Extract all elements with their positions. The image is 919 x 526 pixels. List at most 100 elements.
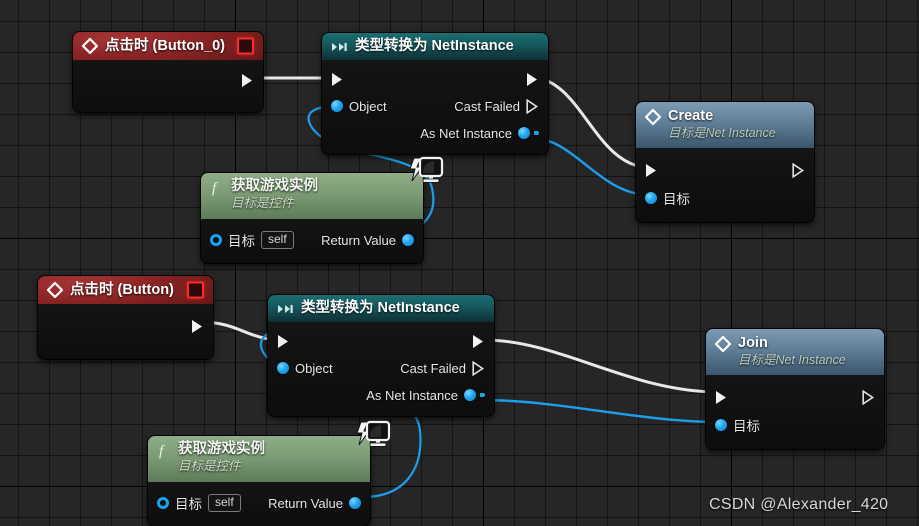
pin-row-exec	[636, 156, 814, 184]
pin-row-target-return: 目标 self Return Value	[201, 225, 423, 255]
node-title: 获取游戏实例	[231, 178, 318, 194]
pin-row-object-castfailed: Object Cast Failed	[322, 92, 548, 120]
node-pins: 目标 self Return Value	[201, 219, 423, 263]
node-header: 点击时 (Button_0)	[73, 32, 263, 60]
pin-label-object: Object	[349, 98, 387, 114]
svg-text:f: f	[212, 181, 218, 197]
diamond-event-icon	[82, 38, 98, 54]
node-subtitle: 目标是Net Instance	[668, 125, 776, 140]
node-pins: Object Cast Failed As Net Instance	[322, 60, 548, 154]
node-pins	[73, 60, 263, 112]
exec-in-pin[interactable]	[331, 72, 344, 87]
exec-in-pin[interactable]	[715, 390, 728, 405]
node-event-on-clicked-button-0[interactable]: 点击时 (Button_0)	[73, 32, 263, 112]
exec-out-pin[interactable]	[862, 389, 875, 405]
node-pins	[38, 304, 213, 359]
exec-in-pin[interactable]	[645, 163, 658, 178]
node-header: Create 目标是Net Instance	[636, 102, 814, 148]
replication-monitor-icon	[355, 419, 391, 451]
pin-row-exec	[706, 383, 884, 411]
pin-label-object: Object	[295, 360, 333, 376]
return-value-out-pin[interactable]	[349, 497, 361, 509]
as-net-instance-out-pin[interactable]	[518, 127, 530, 139]
pin-label-as-net-instance: As Net Instance	[420, 125, 512, 141]
pin-row-as-net-instance: As Net Instance	[268, 382, 494, 408]
node-title: 类型转换为 NetInstance	[301, 300, 460, 317]
node-title: Join	[738, 335, 768, 351]
node-get-game-instance-2[interactable]: f 获取游戏实例 目标是控件 目标 self Return Value	[148, 436, 370, 526]
node-header: f 获取游戏实例 目标是控件	[201, 173, 423, 219]
pin-row-target: 目标	[706, 411, 884, 439]
exec-out-pin[interactable]	[792, 162, 805, 178]
pin-label-return-value: Return Value	[321, 232, 396, 248]
pin-row-exec	[268, 328, 494, 354]
target-in-pin[interactable]	[715, 419, 727, 431]
pin-label-target: 目标	[663, 192, 690, 207]
diamond-function-icon	[645, 109, 661, 125]
as-net-instance-out-pin[interactable]	[464, 389, 476, 401]
node-pins: 目标	[636, 148, 814, 222]
delegate-badge[interactable]	[187, 281, 204, 299]
cast-arrows-icon	[277, 303, 294, 315]
pin-connector-tail	[480, 393, 485, 397]
pin-label-as-net-instance: As Net Instance	[366, 387, 458, 403]
exec-out-pin[interactable]	[526, 72, 539, 87]
target-self-value[interactable]: self	[208, 493, 241, 513]
pin-label-cast-failed: Cast Failed	[400, 360, 466, 376]
node-header: 类型转换为 NetInstance	[322, 33, 548, 60]
diamond-event-icon	[47, 282, 63, 298]
return-value-out-pin[interactable]	[402, 234, 414, 246]
cast-failed-exec-pin[interactable]	[526, 98, 539, 114]
exec-out-pin[interactable]	[241, 73, 254, 88]
node-get-game-instance-1[interactable]: f 获取游戏实例 目标是控件 目标 self Return Value	[201, 173, 423, 263]
f-function-icon: f	[210, 179, 224, 197]
node-pins: 目标 self Return Value	[148, 482, 370, 526]
pin-label-target: 目标	[228, 234, 255, 249]
object-in-pin[interactable]	[331, 100, 343, 112]
svg-text:f: f	[159, 444, 165, 460]
watermark-text: CSDN @Alexander_420	[709, 496, 889, 513]
f-function-icon: f	[157, 442, 171, 460]
pin-row-object-castfailed: Object Cast Failed	[268, 354, 494, 382]
node-join-net-instance[interactable]: Join 目标是Net Instance 目标	[706, 329, 884, 449]
blueprint-graph-canvas[interactable]: 点击时 (Button_0) 类型转换为 NetInstance Object …	[0, 0, 919, 526]
pin-row-target: 目标	[636, 184, 814, 212]
exec-out-pin[interactable]	[472, 334, 485, 349]
node-title: 类型转换为 NetInstance	[355, 38, 514, 55]
pin-row-out-exec	[73, 70, 263, 90]
pin-row-target-return: 目标 self Return Value	[148, 488, 370, 518]
object-in-pin[interactable]	[277, 362, 289, 374]
pin-row-out-exec	[38, 316, 213, 336]
node-pins: 目标	[706, 375, 884, 449]
exec-in-pin[interactable]	[277, 334, 290, 349]
target-self-value[interactable]: self	[261, 230, 294, 250]
node-title: 点击时 (Button_0)	[105, 37, 226, 54]
node-title: 点击时 (Button)	[70, 281, 174, 298]
pin-label-return-value: Return Value	[268, 495, 343, 511]
cast-failed-exec-pin[interactable]	[472, 360, 485, 376]
node-event-on-clicked-button[interactable]: 点击时 (Button)	[38, 276, 213, 359]
pin-label-target: 目标	[733, 419, 760, 434]
target-in-pin[interactable]	[210, 234, 222, 246]
node-subtitle: 目标是Net Instance	[738, 352, 846, 367]
diamond-function-icon	[715, 336, 731, 352]
pin-connector-tail	[534, 131, 539, 135]
delegate-badge[interactable]	[237, 37, 254, 55]
exec-out-pin[interactable]	[191, 319, 204, 334]
pin-row-as-net-instance: As Net Instance	[322, 120, 548, 146]
node-cast-to-netinstance-1[interactable]: 类型转换为 NetInstance Object Cast Failed As …	[322, 33, 548, 154]
node-subtitle: 目标是控件	[178, 458, 241, 473]
node-cast-to-netinstance-2[interactable]: 类型转换为 NetInstance Object Cast Failed As …	[268, 295, 494, 416]
node-header: Join 目标是Net Instance	[706, 329, 884, 375]
node-header: 点击时 (Button)	[38, 276, 213, 304]
target-in-pin[interactable]	[157, 497, 169, 509]
replication-monitor-icon	[408, 155, 444, 187]
node-header: f 获取游戏实例 目标是控件	[148, 436, 370, 482]
node-title: 获取游戏实例	[178, 441, 265, 457]
node-create-net-instance[interactable]: Create 目标是Net Instance 目标	[636, 102, 814, 222]
target-in-pin[interactable]	[645, 192, 657, 204]
node-subtitle: 目标是控件	[231, 195, 294, 210]
pin-label-target: 目标	[175, 497, 202, 512]
node-title: Create	[668, 108, 714, 124]
pin-row-exec	[322, 66, 548, 92]
